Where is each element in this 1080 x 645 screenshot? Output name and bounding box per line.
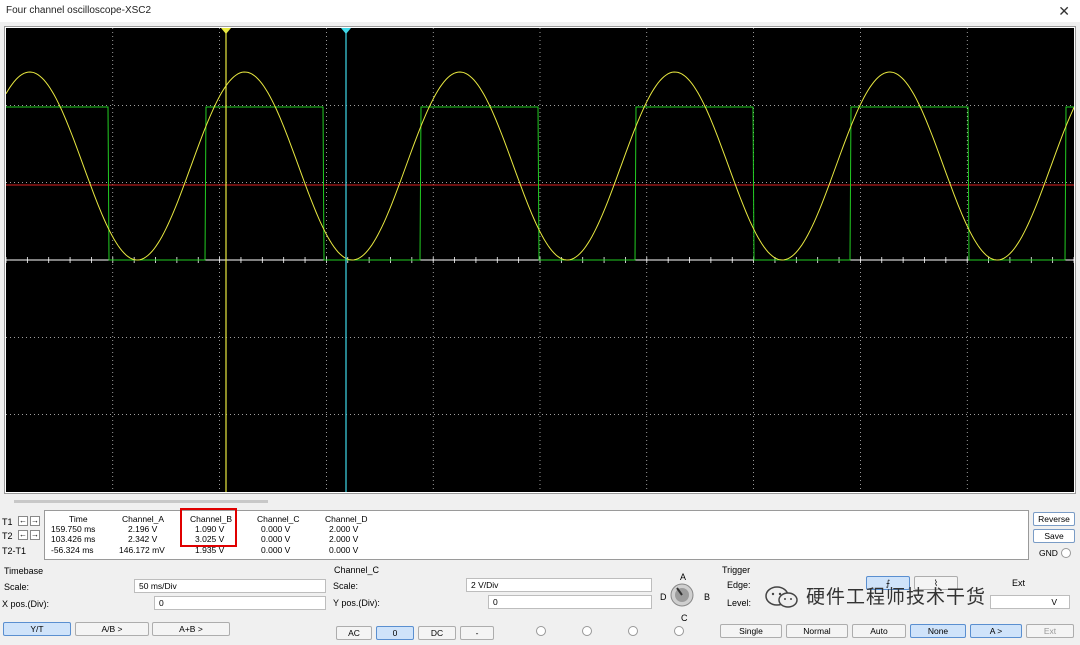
channel-radio-4[interactable] <box>674 626 684 636</box>
t2-channel-a: 2.342 V <box>128 534 158 544</box>
trigger-level-unit: V <box>1051 597 1057 607</box>
watermark-text: 硬件工程师技术干货 <box>806 587 987 608</box>
gnd-label: GND <box>1039 548 1058 558</box>
channel-radio-2[interactable] <box>582 626 592 636</box>
t1-left-arrow-icon[interactable]: ← <box>18 516 28 526</box>
header-channel-c: Channel_C <box>257 514 300 524</box>
t1-label: T1 <box>2 517 13 527</box>
channel-title: Channel_C <box>334 565 380 575</box>
t2-channel-d: 2.000 V <box>329 534 359 544</box>
trigger-source-a-button[interactable]: A > <box>970 624 1022 638</box>
delta-channel-a: 146.172 mV <box>119 545 165 555</box>
channel-radio-1[interactable] <box>536 626 546 636</box>
trigger-single-button[interactable]: Single <box>720 624 782 638</box>
channel-radio-3[interactable] <box>628 626 638 636</box>
close-icon[interactable]: ✕ <box>1058 3 1070 20</box>
trigger-normal-button[interactable]: Normal <box>786 624 848 638</box>
knob-label-d: D <box>660 592 667 602</box>
t2-time: 103.426 ms <box>51 534 96 544</box>
knob-label-b: B <box>704 592 711 602</box>
timebase-scale-label: Scale: <box>4 582 30 592</box>
trigger-title: Trigger <box>722 565 751 575</box>
wechat-logo-icon <box>765 586 798 608</box>
trigger-ext-label: Ext <box>1012 578 1026 588</box>
delta-channel-c: 0.000 V <box>261 545 291 555</box>
knob-label-c: C <box>681 613 688 623</box>
gnd-radio[interactable] <box>1061 548 1071 558</box>
t2-channel-c: 0.000 V <box>261 534 291 544</box>
t1-time: 159.750 ms <box>51 524 96 534</box>
t2-left-arrow-icon[interactable]: ← <box>18 530 28 540</box>
save-button[interactable]: Save <box>1033 529 1075 543</box>
title-bar: Four channel oscilloscope-XSC2 ✕ <box>0 0 1080 22</box>
trigger-auto-button[interactable]: Auto <box>852 624 906 638</box>
readout-panel: T1 ← → T2 ← → T2-T1 Time Channel_A Chann… <box>2 510 1078 562</box>
timebase-xpos-label: X pos.(Div): <box>2 599 50 609</box>
coupling-dc-button[interactable]: DC <box>418 626 456 640</box>
oscilloscope-display <box>6 28 1074 492</box>
coupling-ac-button[interactable]: AC <box>336 626 372 640</box>
t1-channel-c: 0.000 V <box>261 524 291 534</box>
window-title: Four channel oscilloscope-XSC2 <box>6 5 152 16</box>
channel-selector-knob-icon[interactable] <box>669 582 695 608</box>
timebase-xpos-field[interactable]: 0 <box>154 596 326 610</box>
scope-scrollbar[interactable] <box>14 500 268 503</box>
mode-yt-button[interactable]: Y/T <box>3 622 71 636</box>
coupling-invert-button[interactable]: - <box>460 626 494 640</box>
trigger-none-button[interactable]: None <box>910 624 966 638</box>
header-time: Time <box>69 514 88 524</box>
trigger-edge-label: Edge: <box>727 580 751 590</box>
timebase-scale-field[interactable]: 50 ms/Div <box>134 579 326 593</box>
t1-channel-d: 2.000 V <box>329 524 359 534</box>
channel-ypos-field[interactable]: 0 <box>488 595 652 609</box>
timebase-title: Timebase <box>4 566 44 576</box>
channel-ypos-label: Y pos.(Div): <box>333 598 380 608</box>
trigger-level-label: Level: <box>727 598 752 608</box>
channel-scale-field[interactable]: 2 V/Div <box>466 578 652 592</box>
mode-ab-button[interactable]: A/B > <box>75 622 149 636</box>
delta-channel-d: 0.000 V <box>329 545 359 555</box>
coupling-zero-button[interactable]: 0 <box>376 626 414 640</box>
t1-channel-a: 2.196 V <box>128 524 158 534</box>
trigger-level-field[interactable]: V <box>990 595 1070 609</box>
trigger-source-ext-button[interactable]: Ext <box>1026 624 1074 638</box>
channel-scale-label: Scale: <box>333 581 359 591</box>
t2-label: T2 <box>2 531 13 541</box>
t1-right-arrow-icon[interactable]: → <box>30 516 40 526</box>
knob-label-a: A <box>680 572 687 582</box>
delta-time: -56.324 ms <box>51 545 94 555</box>
channel-b-highlight-box <box>180 508 237 547</box>
mode-aplusb-button[interactable]: A+B > <box>152 622 230 636</box>
t2-right-arrow-icon[interactable]: → <box>30 530 40 540</box>
t2-t1-label: T2-T1 <box>2 546 27 556</box>
header-channel-d: Channel_D <box>325 514 368 524</box>
reverse-button[interactable]: Reverse <box>1033 512 1075 526</box>
header-channel-a: Channel_A <box>122 514 165 524</box>
